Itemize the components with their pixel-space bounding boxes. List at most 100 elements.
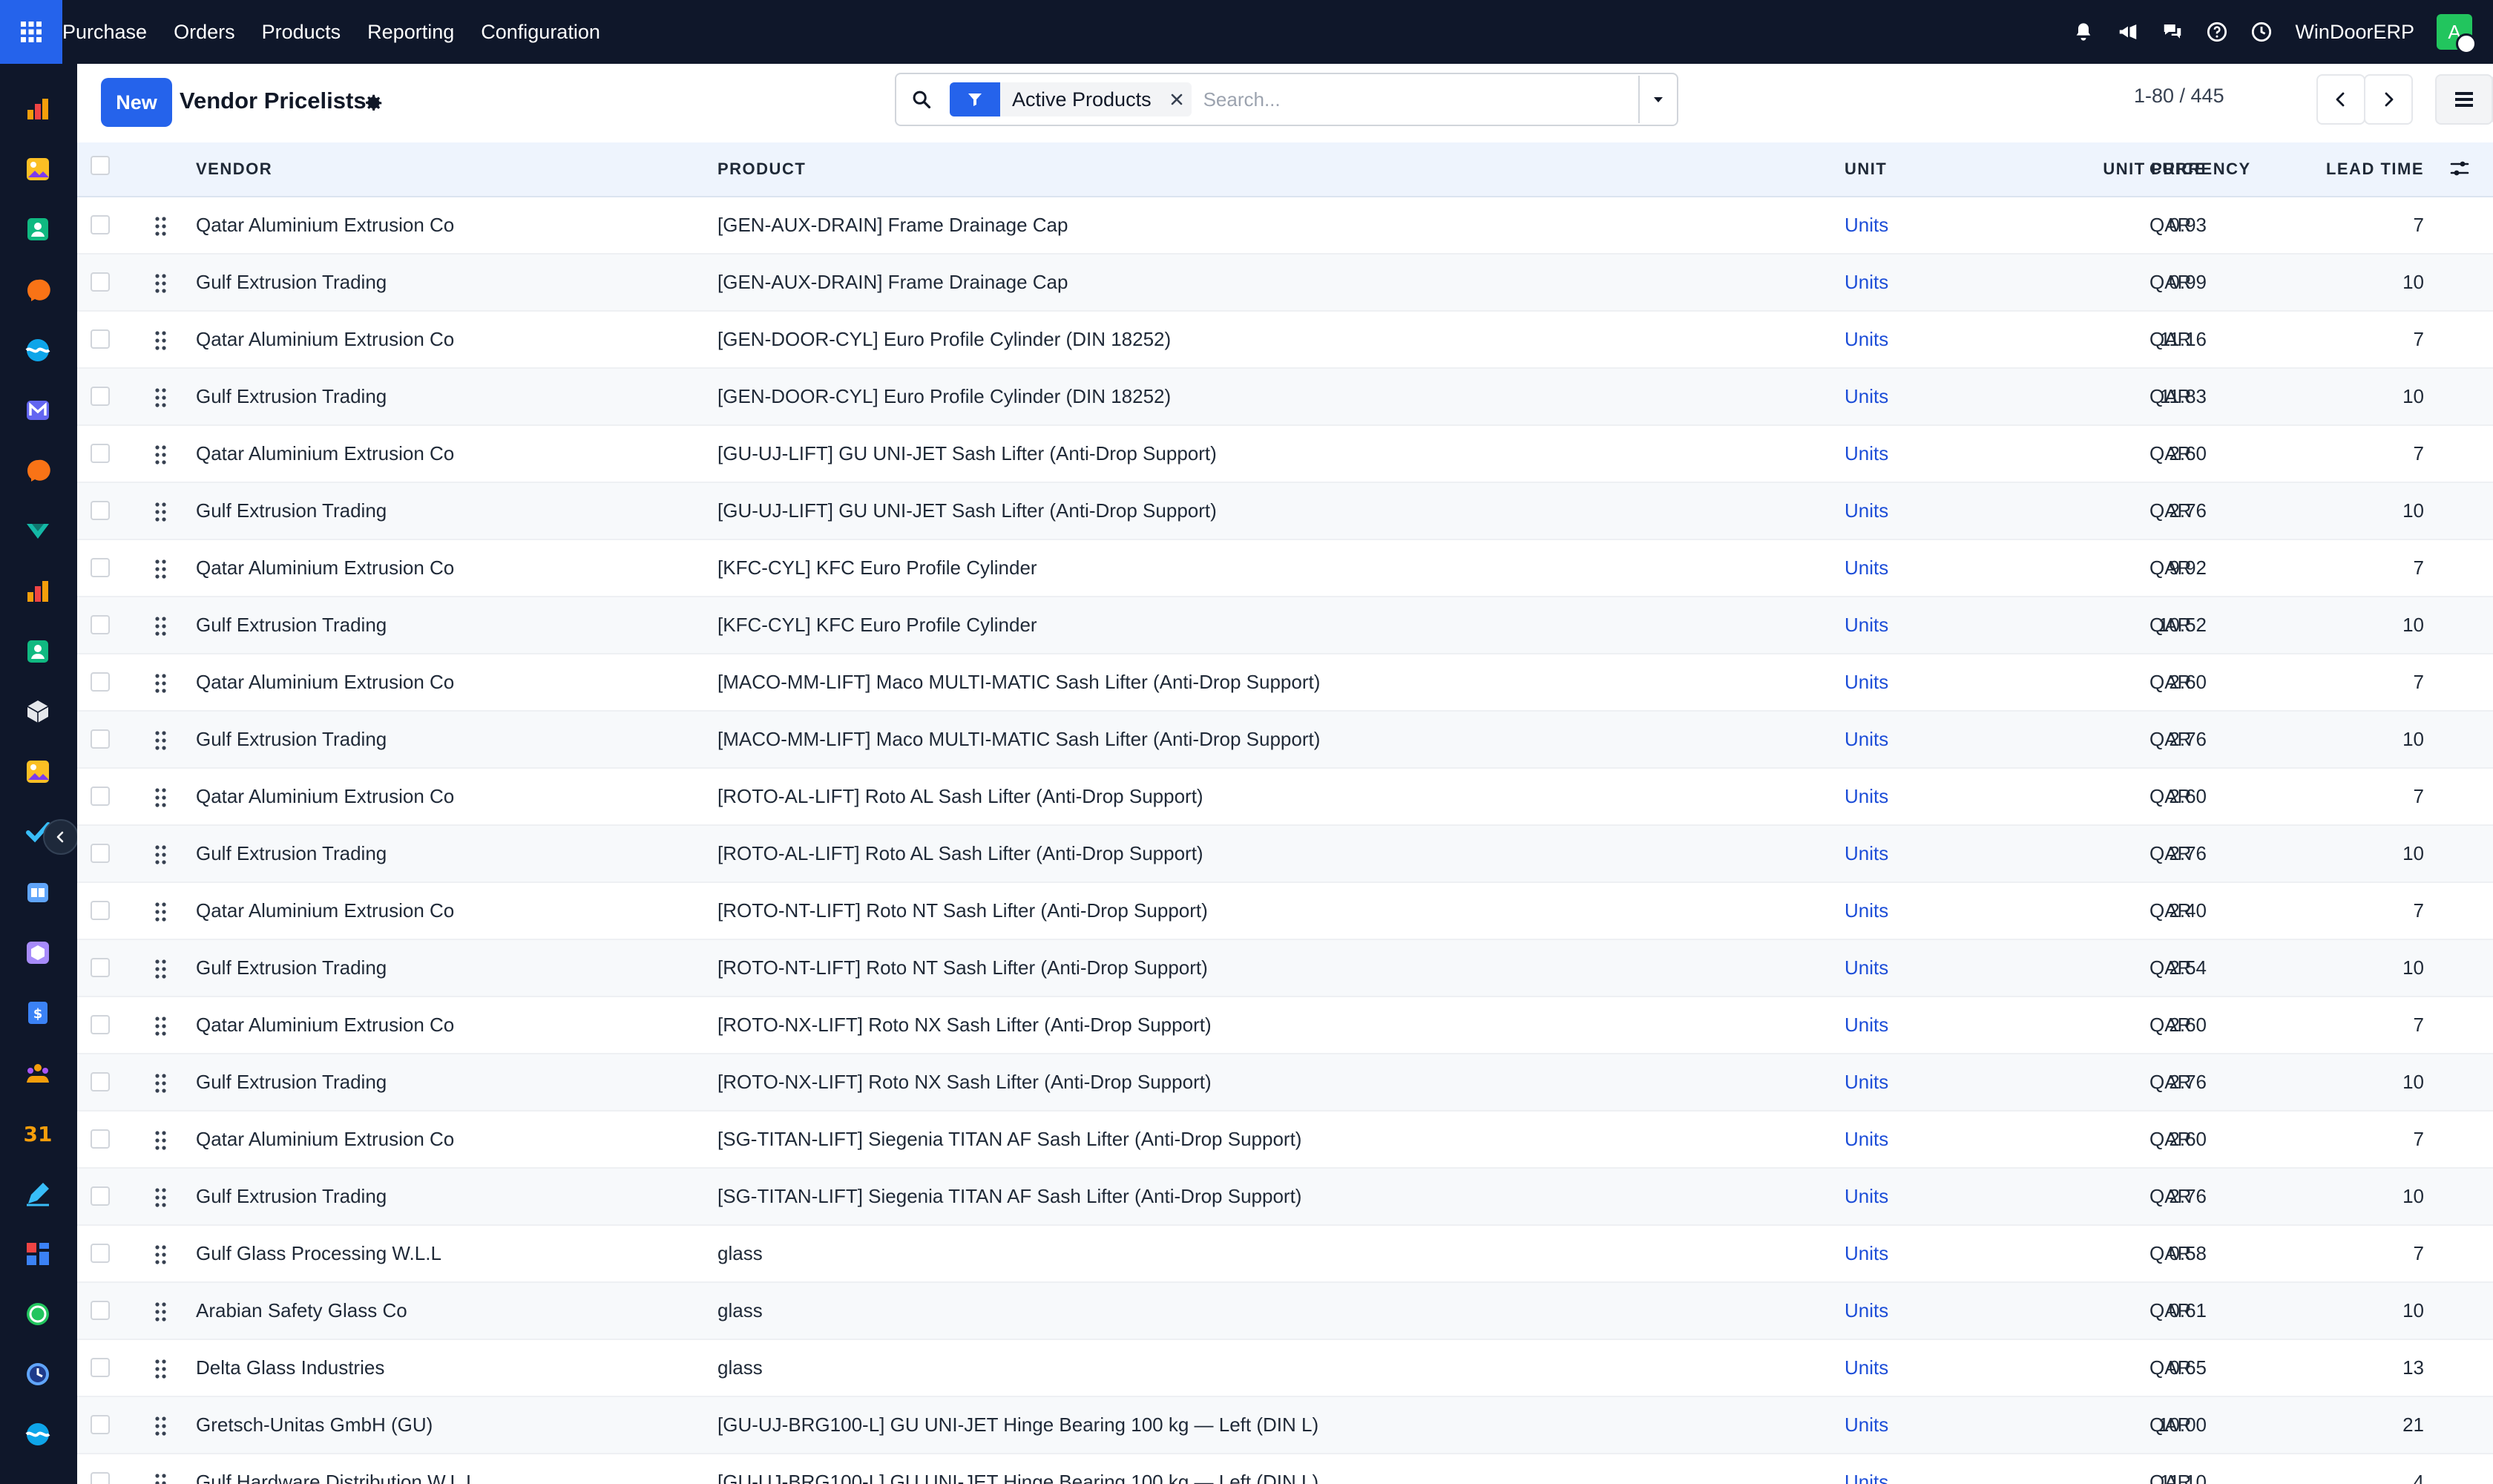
cell-unit-link[interactable]: Units [1845, 197, 1888, 253]
clock-app-icon[interactable] [24, 1360, 52, 1388]
table-row[interactable]: Gulf Extrusion Trading [ROTO-AL-LIFT] Rot… [77, 826, 2493, 883]
cell-unit-link[interactable]: Units [1845, 426, 1888, 482]
table-row[interactable]: Gretsch-Unitas GmbH (GU) [GU-UJ-BRG100-L]… [77, 1397, 2493, 1454]
search-options-toggle[interactable] [1638, 76, 1677, 123]
row-checkbox[interactable] [91, 501, 110, 520]
drag-handle-icon[interactable] [154, 502, 168, 522]
row-checkbox[interactable] [91, 672, 110, 692]
chat-icon[interactable] [2161, 21, 2184, 43]
book-app-icon[interactable] [24, 879, 52, 907]
cell-unit-link[interactable]: Units [1845, 1112, 1888, 1167]
image-app-icon[interactable] [24, 758, 52, 786]
cell-unit-link[interactable]: Units [1845, 1054, 1888, 1110]
cell-unit-link[interactable]: Units [1845, 255, 1888, 310]
drag-handle-icon[interactable] [154, 674, 168, 693]
chat-bubble-app-icon[interactable] [24, 456, 52, 485]
table-row[interactable]: Gulf Extrusion Trading [ROTO-NX-LIFT] Rot… [77, 1054, 2493, 1112]
drag-handle-icon[interactable] [154, 445, 168, 464]
table-row[interactable]: Qatar Aluminium Extrusion Co [KFC-CYL] KF… [77, 540, 2493, 597]
megaphone-icon[interactable] [2117, 21, 2139, 43]
drag-handle-icon[interactable] [154, 1302, 168, 1322]
table-row[interactable]: Gulf Extrusion Trading [SG-TITAN-LIFT] Si… [77, 1169, 2493, 1226]
optional-columns-icon[interactable] [2448, 157, 2472, 181]
search-icon[interactable] [896, 76, 947, 123]
mail-app-icon[interactable] [24, 396, 52, 424]
drag-handle-icon[interactable] [154, 1017, 168, 1036]
cell-unit-link[interactable]: Units [1845, 1226, 1888, 1281]
drag-handle-icon[interactable] [154, 1188, 168, 1207]
table-row[interactable]: Qatar Aluminium Extrusion Co [ROTO-NX-LIF… [77, 997, 2493, 1054]
drag-handle-icon[interactable] [154, 959, 168, 979]
cell-unit-link[interactable]: Units [1845, 826, 1888, 881]
drag-handle-icon[interactable] [154, 1131, 168, 1150]
list-view-button[interactable] [2435, 74, 2493, 125]
menu-configuration[interactable]: Configuration [467, 0, 614, 64]
table-row[interactable]: Qatar Aluminium Extrusion Co [GEN-DOOR-CY… [77, 312, 2493, 369]
cell-unit-link[interactable]: Units [1845, 769, 1888, 824]
table-row[interactable]: Gulf Extrusion Trading [GU-UJ-LIFT] GU UN… [77, 483, 2493, 540]
row-checkbox[interactable] [91, 1186, 110, 1206]
cell-unit-link[interactable]: Units [1845, 1454, 1888, 1484]
search-input[interactable] [1191, 76, 1638, 122]
wave-app-icon[interactable] [24, 1420, 52, 1448]
contacts-app-icon[interactable] [24, 637, 52, 666]
row-checkbox[interactable] [91, 1301, 110, 1320]
menu-orders[interactable]: Orders [160, 0, 249, 64]
table-row[interactable]: Qatar Aluminium Extrusion Co [GEN-AUX-DRA… [77, 197, 2493, 255]
rail-collapse-button[interactable] [43, 819, 79, 855]
table-row[interactable]: Qatar Aluminium Extrusion Co [GU-UJ-LIFT]… [77, 426, 2493, 483]
cell-unit-link[interactable]: Units [1845, 540, 1888, 596]
table-row[interactable]: Gulf Extrusion Trading [KFC-CYL] KFC Euro… [77, 597, 2493, 654]
cell-unit-link[interactable]: Units [1845, 1283, 1888, 1339]
box-app-icon[interactable] [24, 697, 52, 726]
row-checkbox[interactable] [91, 444, 110, 463]
row-checkbox[interactable] [91, 844, 110, 863]
menu-purchase[interactable]: Purchase [62, 0, 160, 64]
apps-menu-button[interactable] [0, 0, 62, 64]
image-app-icon[interactable] [24, 155, 52, 183]
drag-handle-icon[interactable] [154, 388, 168, 407]
select-all-checkbox[interactable] [91, 156, 110, 175]
cell-unit-link[interactable]: Units [1845, 1169, 1888, 1224]
row-checkbox[interactable] [91, 558, 110, 577]
table-row[interactable]: Qatar Aluminium Extrusion Co [MACO-MM-LIF… [77, 654, 2493, 712]
cell-unit-link[interactable]: Units [1845, 654, 1888, 710]
pen-app-icon[interactable] [24, 1180, 52, 1208]
table-row[interactable]: Qatar Aluminium Extrusion Co [SG-TITAN-LI… [77, 1112, 2493, 1169]
table-row[interactable]: Arabian Safety Glass Co glass Units 0.61 QAR… [77, 1283, 2493, 1340]
drag-handle-icon[interactable] [154, 274, 168, 293]
team-app-icon[interactable] [24, 1059, 52, 1087]
row-checkbox[interactable] [91, 729, 110, 749]
drag-handle-icon[interactable] [154, 1416, 168, 1436]
drag-handle-icon[interactable] [154, 788, 168, 807]
column-product[interactable]: PRODUCT [717, 142, 806, 196]
bar-chart-app-icon[interactable] [24, 95, 52, 123]
bell-icon[interactable] [2072, 21, 2095, 43]
arrow-app-icon[interactable] [24, 516, 52, 545]
cube-app-icon[interactable] [24, 939, 52, 967]
cell-unit-link[interactable]: Units [1845, 312, 1888, 367]
table-row[interactable]: Gulf Hardware Distribution W.L.L [GU-UJ-B… [77, 1454, 2493, 1484]
table-row[interactable]: Gulf Glass Processing W.L.L glass Units 0.5… [77, 1226, 2493, 1283]
row-checkbox[interactable] [91, 1072, 110, 1091]
row-checkbox[interactable] [91, 1244, 110, 1263]
table-row[interactable]: Gulf Extrusion Trading [GEN-DOOR-CYL] Eur… [77, 369, 2493, 426]
row-checkbox[interactable] [91, 1129, 110, 1149]
cell-unit-link[interactable]: Units [1845, 712, 1888, 767]
table-row[interactable]: Qatar Aluminium Extrusion Co [ROTO-NT-LIF… [77, 883, 2493, 940]
drag-handle-icon[interactable] [154, 331, 168, 350]
whatsapp-app-icon[interactable] [24, 1300, 52, 1328]
drag-handle-icon[interactable] [154, 902, 168, 922]
row-checkbox[interactable] [91, 329, 110, 349]
column-lead-time[interactable]: LEAD TIME [2266, 142, 2424, 196]
table-row[interactable]: Qatar Aluminium Extrusion Co [ROTO-AL-LIF… [77, 769, 2493, 826]
pager-next-button[interactable] [2364, 74, 2413, 125]
row-checkbox[interactable] [91, 901, 110, 920]
table-row[interactable]: Gulf Extrusion Trading [MACO-MM-LIFT] Mac… [77, 712, 2493, 769]
table-row[interactable]: Delta Glass Industries glass Units 0.65 QAR 1… [77, 1340, 2493, 1397]
bar-chart-app-icon[interactable] [24, 577, 52, 605]
row-checkbox[interactable] [91, 272, 110, 292]
calendar-31-app-icon[interactable]: 31 [24, 1119, 52, 1147]
cell-unit-link[interactable]: Units [1845, 369, 1888, 424]
menu-reporting[interactable]: Reporting [354, 0, 467, 64]
